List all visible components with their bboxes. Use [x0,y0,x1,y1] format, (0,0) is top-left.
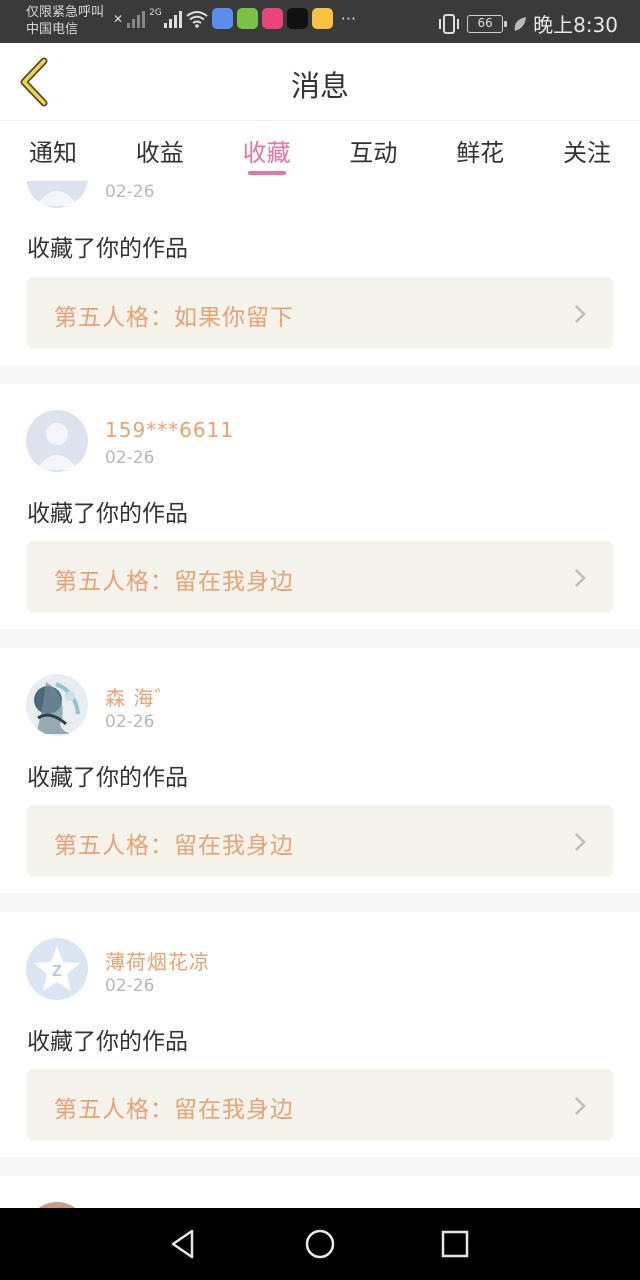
no-sim-x-icon: ✕ [113,11,124,26]
chevron-right-icon [575,569,586,587]
username[interactable]: 薄荷烟花凉 [105,946,210,975]
video-app-icon [236,8,258,29]
home-circle-icon[interactable] [302,1226,338,1262]
page-title: 消息 [290,69,349,103]
username[interactable]: 159***6611 [105,418,234,442]
back-triangle-icon[interactable] [165,1226,201,1262]
timestamp: 02-26 [105,448,155,468]
status-bar: 仅限紧急呼叫 中国电信 ✕ 2G ··· 66 晚上8:30 [0,0,640,43]
list-item: 159***6611 02-26 收藏了你的作品 第五人格：留在我身边 [0,384,640,629]
work-link[interactable]: 第五人格：留在我身边 [27,1069,613,1141]
carrier-name: 中国电信 [26,22,79,37]
qzone-star-avatar[interactable]: Z [26,938,88,1000]
carrier-emergency-text: 仅限紧急呼叫 [26,5,105,20]
recents-square-icon[interactable] [437,1226,473,1262]
qzone-star-icon: Z [26,938,88,1000]
system-nav-bar [0,1208,640,1280]
chevron-right-icon [575,1097,586,1115]
tab-favorites[interactable]: 收藏 [240,121,294,181]
tab-bar: 通知 收益 收藏 互动 鲜花 关注 [0,121,640,181]
default-user-icon [26,410,88,472]
username[interactable]: 森 海゛ [105,682,175,711]
weibo-app-icon [311,8,333,29]
work-title: 第五人格：留在我身边 [54,1097,294,1123]
activity-text: 收藏了你的作品 [27,765,188,791]
activity-text: 收藏了你的作品 [27,501,188,527]
default-user-icon [26,181,88,208]
tiktok-app-icon [286,8,308,29]
app-header: 消息 [0,43,640,121]
list-item [0,1176,640,1208]
list-item: 森 海゛ 02-26 收藏了你的作品 第五人格：留在我身边 [0,648,640,893]
status-left-icons: ✕ 2G ··· [113,8,356,29]
music-app-icon [211,8,233,29]
tab-notifications[interactable]: 通知 [26,121,80,181]
chevron-right-icon [575,833,586,851]
favorites-feed[interactable]: 02-26 收藏了你的作品 第五人格：如果你留下 159***6611 02-2… [0,181,640,1208]
carrier-info: 仅限紧急呼叫 中国电信 [26,4,104,38]
work-title: 第五人格：如果你留下 [54,305,294,331]
svg-text:Z: Z [52,963,62,980]
artwork-avatar-image [26,674,88,736]
vibrate-icon [439,13,460,34]
timestamp: 02-26 [105,712,155,732]
tab-follows[interactable]: 关注 [560,121,614,181]
work-title: 第五人格：留在我身边 [54,569,294,595]
default-avatar[interactable] [26,410,88,472]
artwork-avatar[interactable] [26,674,88,736]
work-link[interactable]: 第五人格：如果你留下 [27,277,613,349]
timestamp: 02-26 [105,976,155,996]
work-title: 第五人格：留在我身边 [54,833,294,859]
timestamp: 02-26 [105,182,155,202]
status-right-icons: 66 晚上8:30 [437,9,618,38]
network-type-label: 2G [149,8,162,18]
signal-dim-icon [127,10,146,28]
activity-text: 收藏了你的作品 [27,236,188,262]
leaf-icon [514,16,527,31]
list-item: Z 薄荷烟花凉 02-26 收藏了你的作品 第五人格：留在我身边 [0,912,640,1157]
tab-flowers[interactable]: 鲜花 [453,121,507,181]
clock: 晚上8:30 [533,13,618,37]
activity-text: 收藏了你的作品 [27,1029,188,1055]
work-link[interactable]: 第五人格：留在我身边 [27,541,613,613]
default-avatar[interactable] [26,181,88,208]
battery-icon: 66 [467,14,508,33]
chevron-right-icon [575,305,586,323]
more-notifications: ··· [340,9,357,28]
work-link[interactable]: 第五人格：留在我身边 [27,805,613,877]
meitu-app-icon [261,8,283,29]
tab-interactions[interactable]: 互动 [346,121,400,181]
list-item: 02-26 收藏了你的作品 第五人格：如果你留下 [0,181,640,366]
wifi-icon [186,10,208,28]
tab-earnings[interactable]: 收益 [133,121,187,181]
signal-icon [163,10,182,28]
